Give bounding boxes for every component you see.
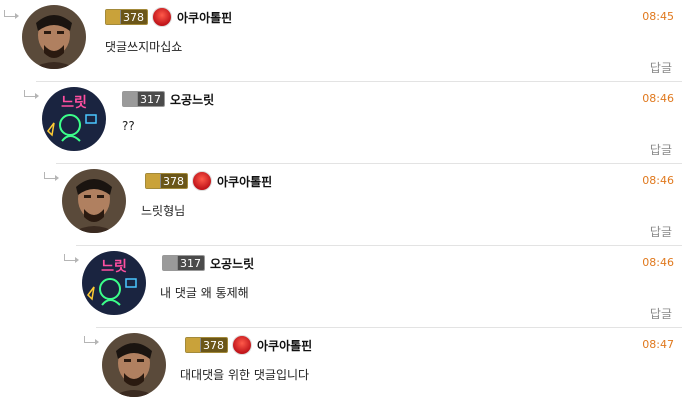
nickname[interactable]: 아쿠아톨핀	[217, 173, 272, 190]
avatar[interactable]	[62, 169, 126, 233]
comment-text: 대대댓을 위한 댓글입니다	[180, 368, 310, 382]
level-badge: 317	[162, 255, 205, 271]
avatar[interactable]: 느릿	[82, 251, 146, 315]
comment-text: 내 댓글 왜 통제해	[160, 286, 249, 300]
team-emblem-icon	[192, 171, 212, 191]
timestamp: 08:46	[642, 256, 674, 269]
reply-button[interactable]: 답글	[650, 141, 672, 158]
comment-text: ??	[122, 119, 135, 133]
avatar-neon-text: 느릿	[61, 94, 87, 111]
reply-arrow-icon	[44, 172, 59, 181]
level-icon	[186, 338, 201, 352]
divider	[96, 327, 682, 328]
reply-arrow-icon	[24, 90, 39, 99]
comment-text: 댓글쓰지마십쇼	[105, 40, 183, 54]
avatar[interactable]: 느릿	[42, 87, 106, 151]
timestamp: 08:45	[642, 10, 674, 23]
avatar[interactable]	[102, 333, 166, 397]
level-icon	[123, 92, 138, 106]
comment-header: 378 아쿠아톨핀	[105, 7, 232, 27]
reply-button[interactable]: 답글	[650, 59, 672, 76]
level-badge: 378	[185, 337, 228, 353]
comment-header: 317 오공느릿	[122, 89, 214, 109]
divider	[76, 245, 682, 246]
comment-text: 느릿형님	[141, 204, 186, 218]
nickname[interactable]: 오공느릿	[170, 91, 214, 108]
timestamp: 08:46	[642, 92, 674, 105]
level-value: 378	[163, 174, 184, 188]
level-value: 317	[140, 92, 161, 106]
level-badge: 317	[122, 91, 165, 107]
divider	[56, 163, 682, 164]
level-icon	[146, 174, 161, 188]
timestamp: 08:46	[642, 174, 674, 187]
level-value: 317	[180, 256, 201, 270]
nickname[interactable]: 오공느릿	[210, 255, 254, 272]
team-emblem-icon	[152, 7, 172, 27]
nickname[interactable]: 아쿠아톨핀	[177, 9, 232, 26]
reply-arrow-icon	[4, 10, 19, 19]
reply-button[interactable]: 답글	[650, 223, 672, 240]
avatar[interactable]	[22, 5, 86, 69]
level-value: 378	[203, 338, 224, 352]
avatar-neon-text: 느릿	[101, 258, 127, 275]
team-emblem-icon	[232, 335, 252, 355]
nickname[interactable]: 아쿠아톨핀	[257, 337, 312, 354]
reply-arrow-icon	[64, 254, 79, 263]
comment-header: 317 오공느릿	[162, 253, 254, 273]
reply-arrow-icon	[84, 336, 99, 345]
level-badge: 378	[105, 9, 148, 25]
level-icon	[106, 10, 121, 24]
reply-button[interactable]: 답글	[650, 305, 672, 322]
timestamp: 08:47	[642, 338, 674, 351]
comment-header: 378 아쿠아톨핀	[145, 171, 272, 191]
divider	[36, 81, 682, 82]
level-icon	[163, 256, 178, 270]
level-value: 378	[123, 10, 144, 24]
level-badge: 378	[145, 173, 188, 189]
comment-header: 378 아쿠아톨핀	[185, 335, 312, 355]
